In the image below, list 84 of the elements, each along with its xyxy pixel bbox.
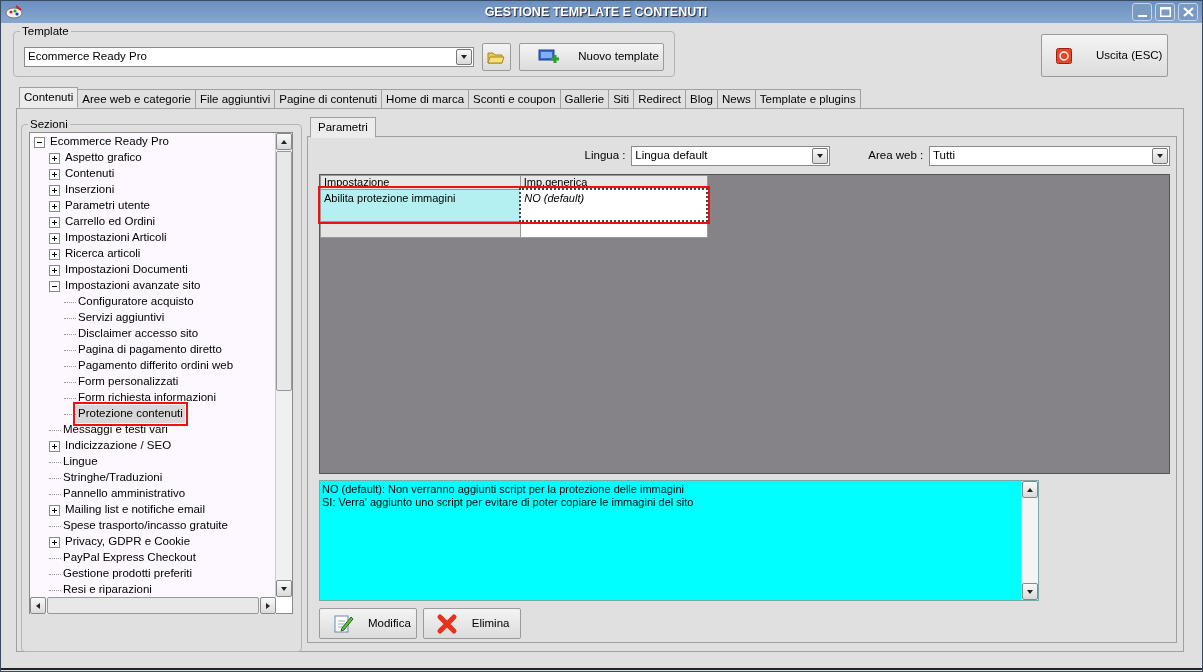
tab[interactable]: Sconti e coupon [468,89,561,108]
tree-item[interactable]: Spese trasporto/incasso gratuite [61,517,230,535]
expand-icon[interactable] [49,248,60,260]
collapse-icon[interactable] [34,136,45,148]
value-cell[interactable]: NO (default) [520,189,707,221]
tree-item[interactable]: Configuratore acquisto [76,293,196,311]
tree-item[interactable]: Impostazioni Articoli [63,229,169,247]
tree-item[interactable]: Privacy, GDPR e Cookie [63,533,193,551]
expand-icon[interactable] [49,184,60,196]
setting-cell: Abilita protezione immagini [320,189,521,221]
tab[interactable]: Aree web e categorie [77,89,196,108]
app-icon [5,4,23,20]
tree-item[interactable]: Stringhe/Traduzioni [61,469,165,487]
monitor-add-icon [538,48,561,66]
tree-item[interactable]: Parametri utente [63,197,152,215]
x-mark-icon [435,612,458,635]
expand-icon[interactable] [49,536,60,548]
delete-button[interactable]: Elimina [422,608,521,639]
maximize-icon [1159,7,1171,17]
pencil-document-icon [332,612,354,635]
tree-item[interactable]: Form personalizzati [76,373,181,391]
group-label: Template [20,24,71,38]
edit-button[interactable]: Modifica [319,608,417,639]
field-label: Lingua : [584,148,626,164]
maximize-button[interactable] [1155,3,1175,21]
group-label: Sezioni [28,117,70,131]
folder-icon [487,49,506,65]
tree-item[interactable]: Gestione prodotti preferiti [61,565,195,583]
tab[interactable]: File aggiuntivi [194,89,276,108]
vertical-scrollbar[interactable] [1021,481,1038,600]
field-label: Area web : [868,148,924,164]
description-line: SI: Verra' aggiunto uno script per evitare di poter copiare le immagini del sito [322,496,695,509]
expand-icon[interactable] [49,440,60,452]
tree-item[interactable]: Indicizzazione / SEO [63,437,174,455]
dropdown-field[interactable]: Tutti [929,146,1170,166]
expand-icon[interactable] [49,264,60,276]
minimize-button[interactable] [1132,3,1152,21]
expand-icon[interactable] [49,168,60,180]
tab[interactable]: Template e plugins [754,89,861,108]
close-icon [1182,7,1194,17]
tree-item[interactable]: Ricerca articoli [63,245,143,263]
expand-icon[interactable] [49,232,60,244]
new-template-button[interactable]: Nuovo template [519,43,664,71]
tree-item[interactable]: Messaggi e testi vari [61,421,170,439]
tree-item[interactable]: Lingue [61,453,100,471]
tree-item[interactable]: Mailing list e notifiche email [63,501,207,519]
tree-item[interactable]: Contenuti [63,165,117,183]
horizontal-scrollbar[interactable] [30,597,276,614]
tree-item[interactable]: Resi e riparazioni [61,581,154,597]
column-header: Imp.generica [520,175,707,189]
tab[interactable]: Parametri [310,117,376,138]
tree-item[interactable]: Servizi aggiuntivi [76,309,167,327]
tree-item[interactable]: Pagamento differito ordini web [76,357,236,375]
expand-icon[interactable] [49,200,60,212]
window-title: GESTIONE TEMPLATE E CONTENUTI [483,3,709,21]
tree-item[interactable]: Ecommerce Ready Pro [48,133,171,151]
close-button[interactable] [1178,3,1198,21]
tree-item[interactable]: Impostazioni Documenti [63,261,190,279]
tree-item[interactable]: Protezione contenuti [76,405,185,423]
tree-item[interactable]: Impostazioni avanzate sito [63,277,203,295]
template-dropdown[interactable]: Ecommerce Ready Pro [24,47,474,67]
open-folder-button[interactable] [481,43,512,71]
vertical-scrollbar[interactable] [275,133,292,597]
tab[interactable]: Blog [685,89,718,108]
expand-icon[interactable] [49,152,60,164]
power-icon [1056,47,1072,64]
tree-item[interactable]: Pagina di pagamento diretto [76,341,224,359]
dropdown-field[interactable]: Lingua default [631,146,831,166]
tree-item[interactable]: Disclaimer accesso sito [76,325,201,343]
column-header: Impostazione [320,175,521,189]
minimize-icon [1137,15,1147,17]
tree-item[interactable]: PayPal Express Checkout [61,549,198,567]
tab[interactable]: Contenuti [19,87,79,108]
exit-button[interactable]: Uscita (ESC) [1041,34,1168,77]
tree-item[interactable]: Aspetto grafico [63,149,144,167]
tab[interactable]: Pagine di contenuti [274,89,383,108]
tree-item[interactable]: Pannello amministrativo [61,485,188,503]
tree-item[interactable]: Carrello ed Ordini [63,213,158,231]
expand-icon[interactable] [49,216,60,228]
description-line: NO (default): Non verranno aggiunti script per la protezione delle immagini [322,483,685,496]
tree-item[interactable]: Inserzioni [63,181,117,199]
collapse-icon[interactable] [49,280,60,292]
tree-item[interactable]: Form richiesta informazioni [76,389,219,407]
expand-icon[interactable] [49,504,60,516]
